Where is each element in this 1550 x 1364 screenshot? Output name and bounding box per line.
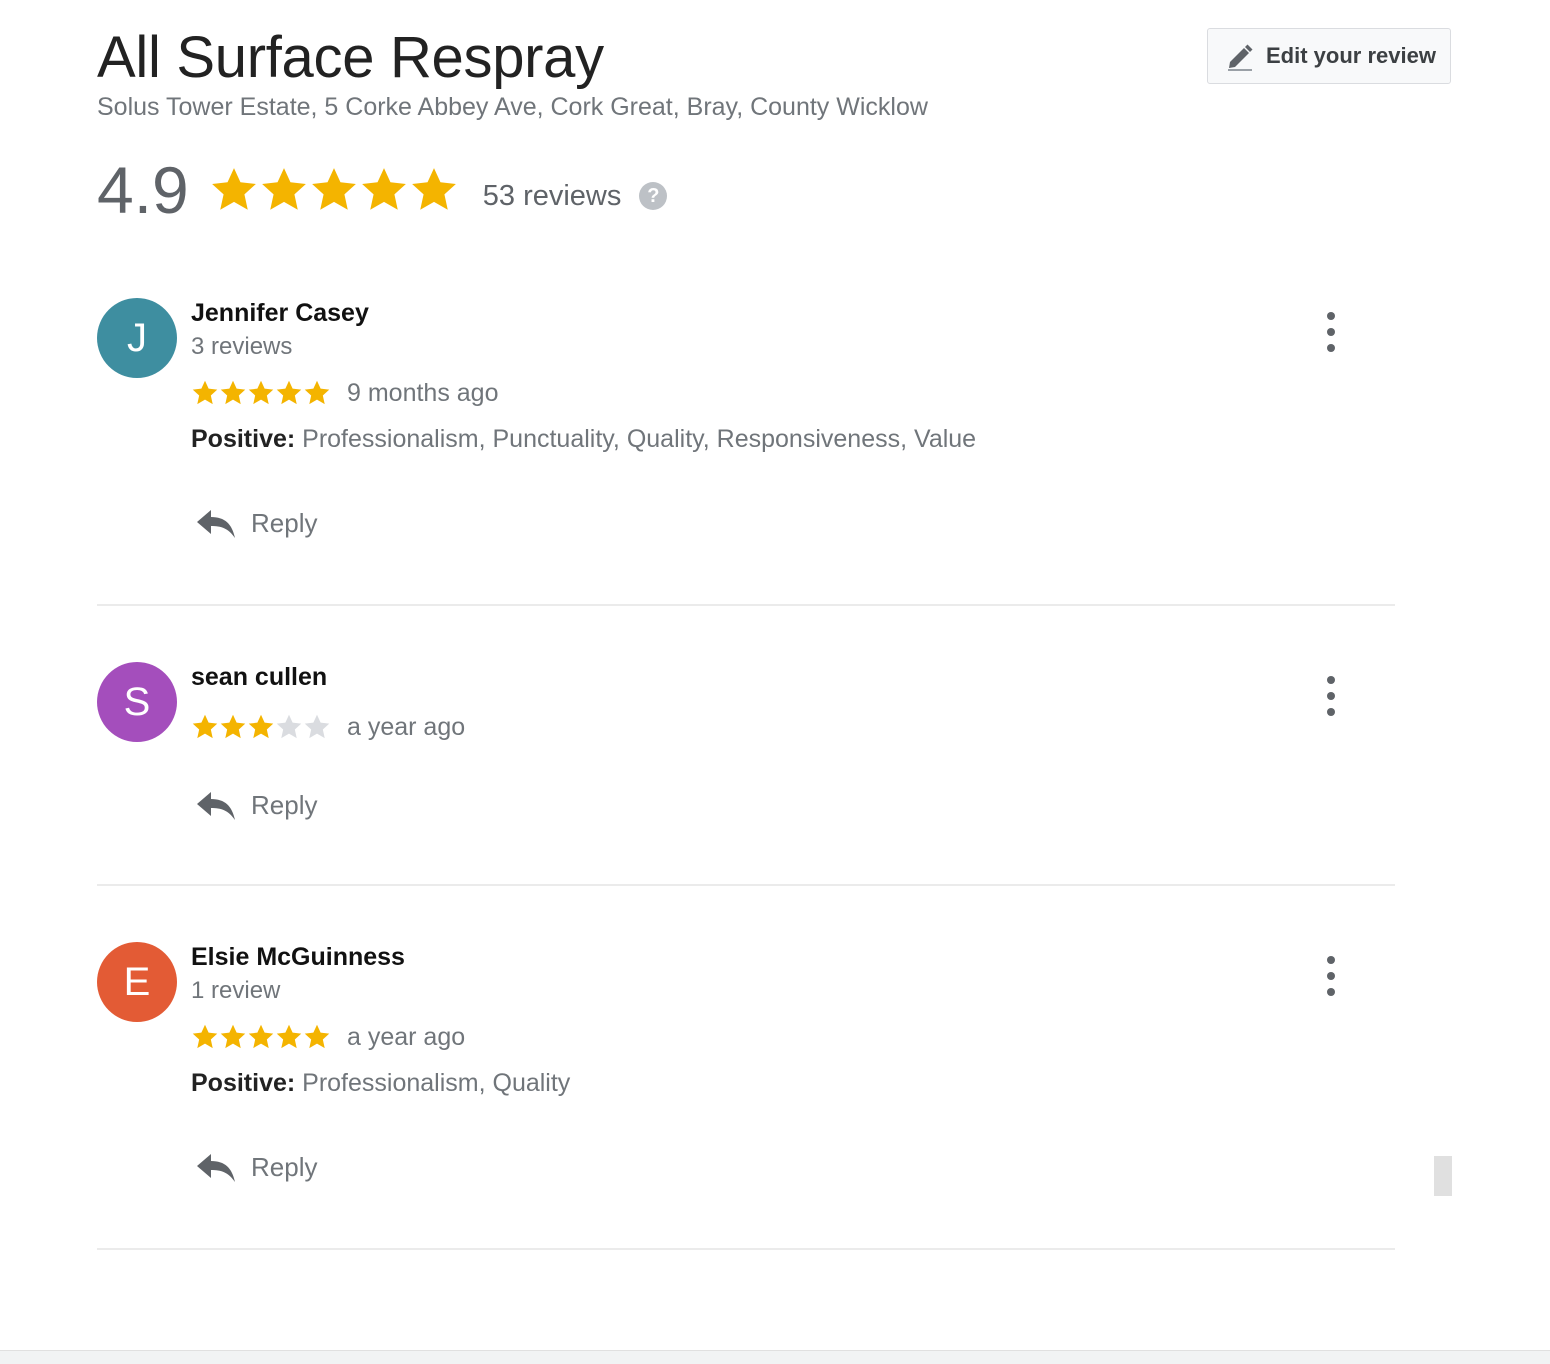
rating-value: 4.9 (97, 153, 189, 227)
star-filled-icon (276, 1024, 302, 1049)
review-content: Jennifer Casey 3 reviews 9 months ago Po… (191, 298, 1291, 540)
dot-icon (1327, 972, 1335, 980)
more-options-button[interactable] (1319, 956, 1343, 996)
reviews-page: All Surface Respray Solus Tower Estate, … (0, 0, 1550, 1364)
review-content: Elsie McGuinness 1 review a year ago Pos… (191, 942, 1291, 1184)
review-content: sean cullen a year ago Reply (191, 662, 1291, 822)
star-filled-icon (220, 1024, 246, 1049)
reply-arrow-icon (197, 510, 235, 538)
business-address: Solus Tower Estate, 5 Corke Abbey Ave, C… (97, 93, 928, 121)
star-filled-icon (248, 380, 274, 405)
more-options-button[interactable] (1319, 312, 1343, 352)
overall-rating: 4.9 53 reviews ? (97, 150, 668, 230)
star-filled-icon (361, 168, 406, 210)
star-filled-icon (276, 380, 302, 405)
reply-label: Reply (251, 789, 318, 820)
avatar[interactable]: E (97, 942, 177, 1022)
review-stars (191, 379, 331, 407)
review-item: S sean cullen a year ago Reply (97, 662, 1395, 886)
review-positive: Positive: Professionalism, Quality (191, 1066, 1291, 1100)
reviewer-name[interactable]: sean cullen (191, 662, 1291, 692)
help-icon[interactable]: ? (639, 182, 668, 210)
rating-stars (209, 165, 459, 215)
star-empty-icon (304, 714, 330, 739)
reviewer-review-count: 3 reviews (191, 333, 293, 360)
reviewer-name[interactable]: Jennifer Casey (191, 298, 1291, 328)
avatar[interactable]: J (97, 298, 177, 378)
review-item: J Jennifer Casey 3 reviews 9 months ago … (97, 298, 1395, 606)
reply-button[interactable]: Reply (191, 788, 1291, 822)
star-filled-icon (220, 380, 246, 405)
positive-label: Positive: (191, 1069, 296, 1097)
star-filled-icon (311, 168, 356, 210)
positive-text: Professionalism, Quality (302, 1069, 571, 1097)
star-empty-icon (276, 714, 302, 739)
pencil-icon (1228, 44, 1253, 71)
edit-review-label: Edit your review (1266, 43, 1436, 68)
star-filled-icon (248, 1024, 274, 1049)
review-time: 9 months ago (347, 378, 499, 407)
review-stars (191, 713, 331, 741)
star-filled-icon (220, 714, 246, 739)
review-stars (191, 1023, 331, 1051)
scrollbar-thumb[interactable] (1434, 1156, 1452, 1196)
star-filled-icon (192, 380, 218, 405)
star-filled-icon (261, 168, 306, 210)
review-rating-row: a year ago (191, 1020, 1291, 1054)
bottom-scrollbar[interactable] (0, 1350, 1550, 1364)
dot-icon (1327, 328, 1335, 336)
reply-arrow-icon (197, 792, 235, 820)
review-rating-row: 9 months ago (191, 376, 1291, 410)
star-filled-icon (192, 1024, 218, 1049)
reply-label: Reply (251, 1151, 318, 1182)
reply-button[interactable]: Reply (191, 1150, 1291, 1184)
reply-arrow-icon (197, 1154, 235, 1182)
avatar[interactable]: S (97, 662, 177, 742)
dot-icon (1327, 676, 1335, 684)
star-filled-icon (304, 380, 330, 405)
dot-icon (1327, 344, 1335, 352)
review-time: a year ago (347, 1022, 466, 1051)
review-count[interactable]: 53 reviews (483, 180, 622, 213)
positive-label: Positive: (191, 425, 296, 453)
reply-button[interactable]: Reply (191, 506, 1291, 540)
positive-text: Professionalism, Punctuality, Quality, R… (302, 425, 977, 453)
reviewer-review-count: 1 review (191, 977, 281, 1004)
reviewer-name[interactable]: Elsie McGuinness (191, 942, 1291, 972)
star-filled-icon (248, 714, 274, 739)
reply-label: Reply (251, 507, 318, 538)
review-positive: Positive: Professionalism, Punctuality, … (191, 422, 1291, 456)
dot-icon (1327, 988, 1335, 996)
dot-icon (1327, 708, 1335, 716)
edit-review-button[interactable]: Edit your review (1207, 28, 1451, 84)
dot-icon (1327, 956, 1335, 964)
star-filled-icon (304, 1024, 330, 1049)
dot-icon (1327, 312, 1335, 320)
review-item: E Elsie McGuinness 1 review a year ago P… (97, 942, 1395, 1250)
dot-icon (1327, 692, 1335, 700)
review-time: a year ago (347, 712, 466, 741)
star-filled-icon (211, 168, 256, 210)
review-rating-row: a year ago (191, 710, 1291, 744)
more-options-button[interactable] (1319, 676, 1343, 716)
star-filled-icon (411, 168, 456, 210)
star-filled-icon (192, 714, 218, 739)
